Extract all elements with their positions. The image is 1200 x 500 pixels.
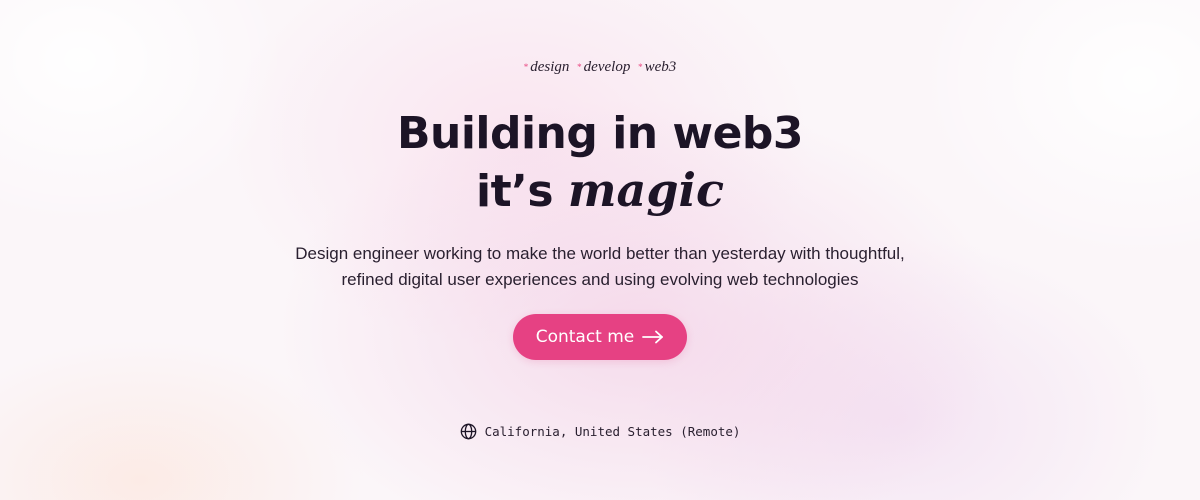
headline-line-2: it’s magic bbox=[0, 162, 1200, 220]
tag-design: * design bbox=[524, 59, 570, 76]
headline-emphasis: magic bbox=[567, 163, 724, 217]
tag-web3: * web3 bbox=[638, 59, 676, 76]
contact-me-button[interactable]: Contact me bbox=[513, 314, 687, 360]
tag-label: develop bbox=[583, 59, 631, 75]
description-line-1: Design engineer working to make the worl… bbox=[295, 244, 905, 263]
contact-me-label: Contact me bbox=[535, 327, 635, 347]
location: California, United States (Remote) bbox=[0, 423, 1200, 440]
star-icon: * bbox=[577, 62, 582, 72]
star-icon: * bbox=[638, 62, 643, 72]
tag-label: design bbox=[530, 59, 570, 75]
star-icon: * bbox=[523, 62, 529, 72]
headline-prefix: it’s bbox=[476, 166, 554, 217]
tag-list: * design * develop * web3 bbox=[0, 59, 1200, 76]
description-line-2: refined digital user experiences and usi… bbox=[341, 270, 859, 289]
globe-icon bbox=[460, 423, 477, 440]
tag-develop: * develop bbox=[577, 59, 630, 76]
location-text: California, United States (Remote) bbox=[484, 424, 741, 439]
hero-description: Design engineer working to make the worl… bbox=[260, 241, 940, 293]
tag-label: web3 bbox=[644, 59, 677, 75]
headline-line-1: Building in web3 bbox=[396, 108, 804, 159]
hero-section: * design * develop * web3 Building in web3 … bbox=[0, 0, 1200, 500]
arrow-right-icon bbox=[642, 330, 664, 344]
